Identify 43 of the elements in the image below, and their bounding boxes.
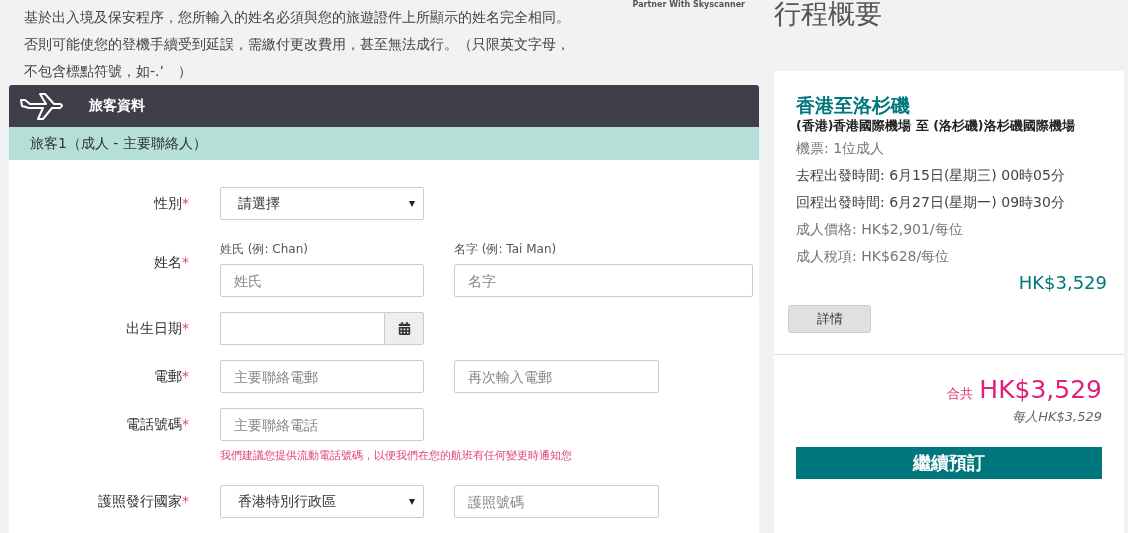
input-field[interactable]: 名字 bbox=[454, 264, 753, 297]
field-caption: 名字 (例: Tai Man) bbox=[454, 242, 558, 258]
hint-text: 我們建議您提供流動電話號碼，以便我們在您的航班有任何變更時通知您 bbox=[220, 448, 572, 463]
field-label: 電話號碼* bbox=[125, 415, 189, 434]
date-field[interactable] bbox=[220, 312, 384, 345]
input-field[interactable]: 姓氏 bbox=[220, 264, 424, 297]
total-label: 合共 bbox=[947, 385, 974, 403]
input-field[interactable]: 護照號碼 bbox=[454, 485, 659, 518]
notice-text: 否則可能使您的登機手續受到延誤，需繳付更改費用，甚至無法成行。（只限英文字母， bbox=[24, 35, 570, 54]
traveller-heading: 旅客1（成人 - 主要聯絡人） bbox=[9, 127, 759, 160]
caret-icon bbox=[409, 200, 415, 207]
input-field[interactable]: 主要聯絡電郵 bbox=[220, 360, 424, 393]
field-label: 姓名* bbox=[153, 253, 189, 272]
section-title: 旅客資料 bbox=[89, 97, 145, 116]
price-text: 成人價格: HK$2,901/每位 bbox=[796, 220, 964, 239]
airports-text: (香港)香港國際機場 至 (洛杉磯)洛杉磯國際機場 bbox=[796, 117, 1076, 135]
details-button[interactable]: 詳情 bbox=[788, 305, 871, 333]
tickets-text: 機票: 1位成人 bbox=[796, 139, 886, 158]
partner-text: Partner With Skyscanner bbox=[632, 0, 745, 9]
select-field[interactable]: 請選擇 bbox=[220, 187, 424, 220]
field-label: 性別* bbox=[152, 194, 189, 213]
outbound-text: 去程出發時間: 6月15日(星期三) 00時05分 bbox=[796, 166, 1066, 185]
return-text: 回程出發時間: 6月27日(星期一) 09時30分 bbox=[796, 193, 1066, 212]
route-title: 香港至洛杉磯 bbox=[796, 93, 911, 117]
input-field[interactable]: 再次輸入電郵 bbox=[454, 360, 659, 393]
subtotal-price: HK$3,529 bbox=[1017, 271, 1107, 295]
caret-icon bbox=[409, 498, 415, 505]
field-label: 護照發行國家* bbox=[97, 492, 189, 511]
field-caption: 姓氏 (例: Chan) bbox=[220, 242, 309, 258]
tax-text: 成人稅項: HK$628/每位 bbox=[796, 247, 951, 266]
summary-heading: 行程概要 bbox=[774, 0, 883, 31]
total-price: HK$3,529 bbox=[979, 375, 1102, 404]
per-person-price: 每人HK$3,529 bbox=[1012, 408, 1102, 426]
select-field[interactable]: 香港特別行政區 bbox=[220, 485, 424, 518]
airplane-icon bbox=[19, 92, 65, 121]
continue-button[interactable]: 繼續預訂 bbox=[796, 447, 1102, 479]
calendar-button[interactable] bbox=[384, 312, 424, 345]
field-label: 出生日期* bbox=[125, 319, 189, 338]
input-field[interactable]: 主要聯絡電話 bbox=[220, 408, 424, 441]
calendar-icon bbox=[397, 322, 411, 335]
field-label: 電郵* bbox=[153, 367, 189, 386]
notice-text: 基於出入境及保安程序，您所輸入的姓名必須與您的旅遊證件上所顯示的姓名完全相同。 bbox=[24, 8, 570, 27]
notice-text: 不包含標點符號，如-.’ ） bbox=[24, 62, 192, 81]
